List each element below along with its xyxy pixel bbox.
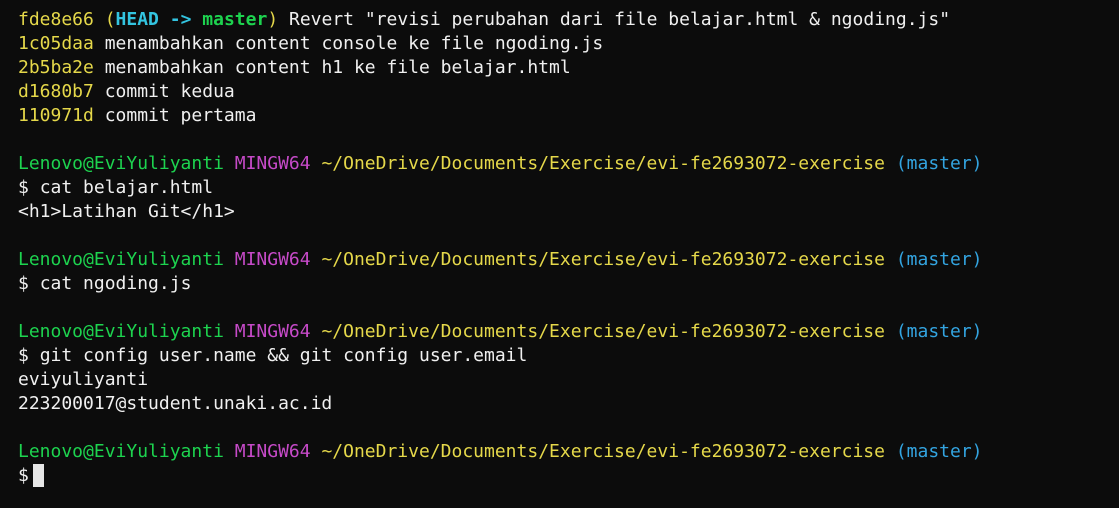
prompt-symbol: $ xyxy=(18,345,29,366)
commit-hash: 1c05daa xyxy=(18,33,94,54)
prompt-system: MINGW64 xyxy=(234,321,311,342)
command-line: $ git config user.name && git config use… xyxy=(18,344,1111,368)
log-line: 2b5ba2e menambahkan content h1 ke file b… xyxy=(18,56,1111,80)
text-cursor[interactable] xyxy=(32,463,44,487)
prompt-system: MINGW64 xyxy=(234,441,311,462)
output-line: 223200017@student.unaki.ac.id xyxy=(18,393,333,414)
prompt-branch: (master) xyxy=(895,153,983,174)
commit-message: commit pertama xyxy=(104,105,257,126)
commit-message: Revert "revisi perubahan dari file belaj… xyxy=(289,9,951,30)
ref-open-paren: ( xyxy=(104,9,116,30)
prompt-path: ~/OneDrive/Documents/Exercise/evi-fe2693… xyxy=(321,441,885,462)
prompt-line: Lenovo@EviYuliyanti MINGW64 ~/OneDrive/D… xyxy=(18,440,1111,464)
log-line: d1680b7 commit kedua xyxy=(18,80,1111,104)
prompt-symbol: $ xyxy=(18,177,29,198)
active-command-line[interactable]: $ xyxy=(18,463,1111,488)
prompt-branch: (master) xyxy=(895,249,983,270)
ref-arrow: -> xyxy=(169,9,192,30)
prompt-path: ~/OneDrive/Documents/Exercise/evi-fe2693… xyxy=(321,249,885,270)
prompt-user-host: Lenovo@EviYuliyanti xyxy=(18,153,224,174)
prompt-line: Lenovo@EviYuliyanti MINGW64 ~/OneDrive/D… xyxy=(18,320,1111,344)
ref-close-paren: ) xyxy=(267,9,279,30)
commit-message: commit kedua xyxy=(104,81,235,102)
prompt-line: Lenovo@EviYuliyanti MINGW64 ~/OneDrive/D… xyxy=(18,248,1111,272)
command-text: cat ngoding.js xyxy=(39,273,192,294)
command-line: $ cat belajar.html xyxy=(18,176,1111,200)
command-line: $ cat ngoding.js xyxy=(18,272,1111,296)
commit-message: menambahkan content console ke file ngod… xyxy=(104,33,604,54)
commit-hash: 2b5ba2e xyxy=(18,57,94,78)
prompt-user-host: Lenovo@EviYuliyanti xyxy=(18,441,224,462)
command-text: cat belajar.html xyxy=(39,177,214,198)
prompt-path: ~/OneDrive/Documents/Exercise/evi-fe2693… xyxy=(321,321,885,342)
prompt-line: Lenovo@EviYuliyanti MINGW64 ~/OneDrive/D… xyxy=(18,152,1111,176)
log-line: 110971d commit pertama xyxy=(18,104,1111,128)
prompt-user-host: Lenovo@EviYuliyanti xyxy=(18,321,224,342)
output-line: <h1>Latihan Git</h1> xyxy=(18,201,235,222)
prompt-branch: (master) xyxy=(895,441,983,462)
head-ref: HEAD xyxy=(115,9,159,30)
output-line: eviyuliyanti xyxy=(18,369,149,390)
prompt-symbol: $ xyxy=(18,273,29,294)
commit-message: menambahkan content h1 ke file belajar.h… xyxy=(104,57,571,78)
terminal-window[interactable]: fde8e66 (HEAD -> master) Revert "revisi … xyxy=(18,8,1111,488)
branch-ref: master xyxy=(202,9,268,30)
log-line: 1c05daa menambahkan content console ke f… xyxy=(18,32,1111,56)
log-line: fde8e66 (HEAD -> master) Revert "revisi … xyxy=(18,8,1111,32)
commit-hash: d1680b7 xyxy=(18,81,94,102)
prompt-user-host: Lenovo@EviYuliyanti xyxy=(18,249,224,270)
commit-hash: fde8e66 xyxy=(18,9,94,30)
prompt-system: MINGW64 xyxy=(234,153,311,174)
prompt-symbol: $ xyxy=(18,465,29,486)
prompt-path: ~/OneDrive/Documents/Exercise/evi-fe2693… xyxy=(321,153,885,174)
prompt-branch: (master) xyxy=(895,321,983,342)
commit-hash: 110971d xyxy=(18,105,94,126)
command-text: git config user.name && git config user.… xyxy=(39,345,528,366)
prompt-system: MINGW64 xyxy=(234,249,311,270)
